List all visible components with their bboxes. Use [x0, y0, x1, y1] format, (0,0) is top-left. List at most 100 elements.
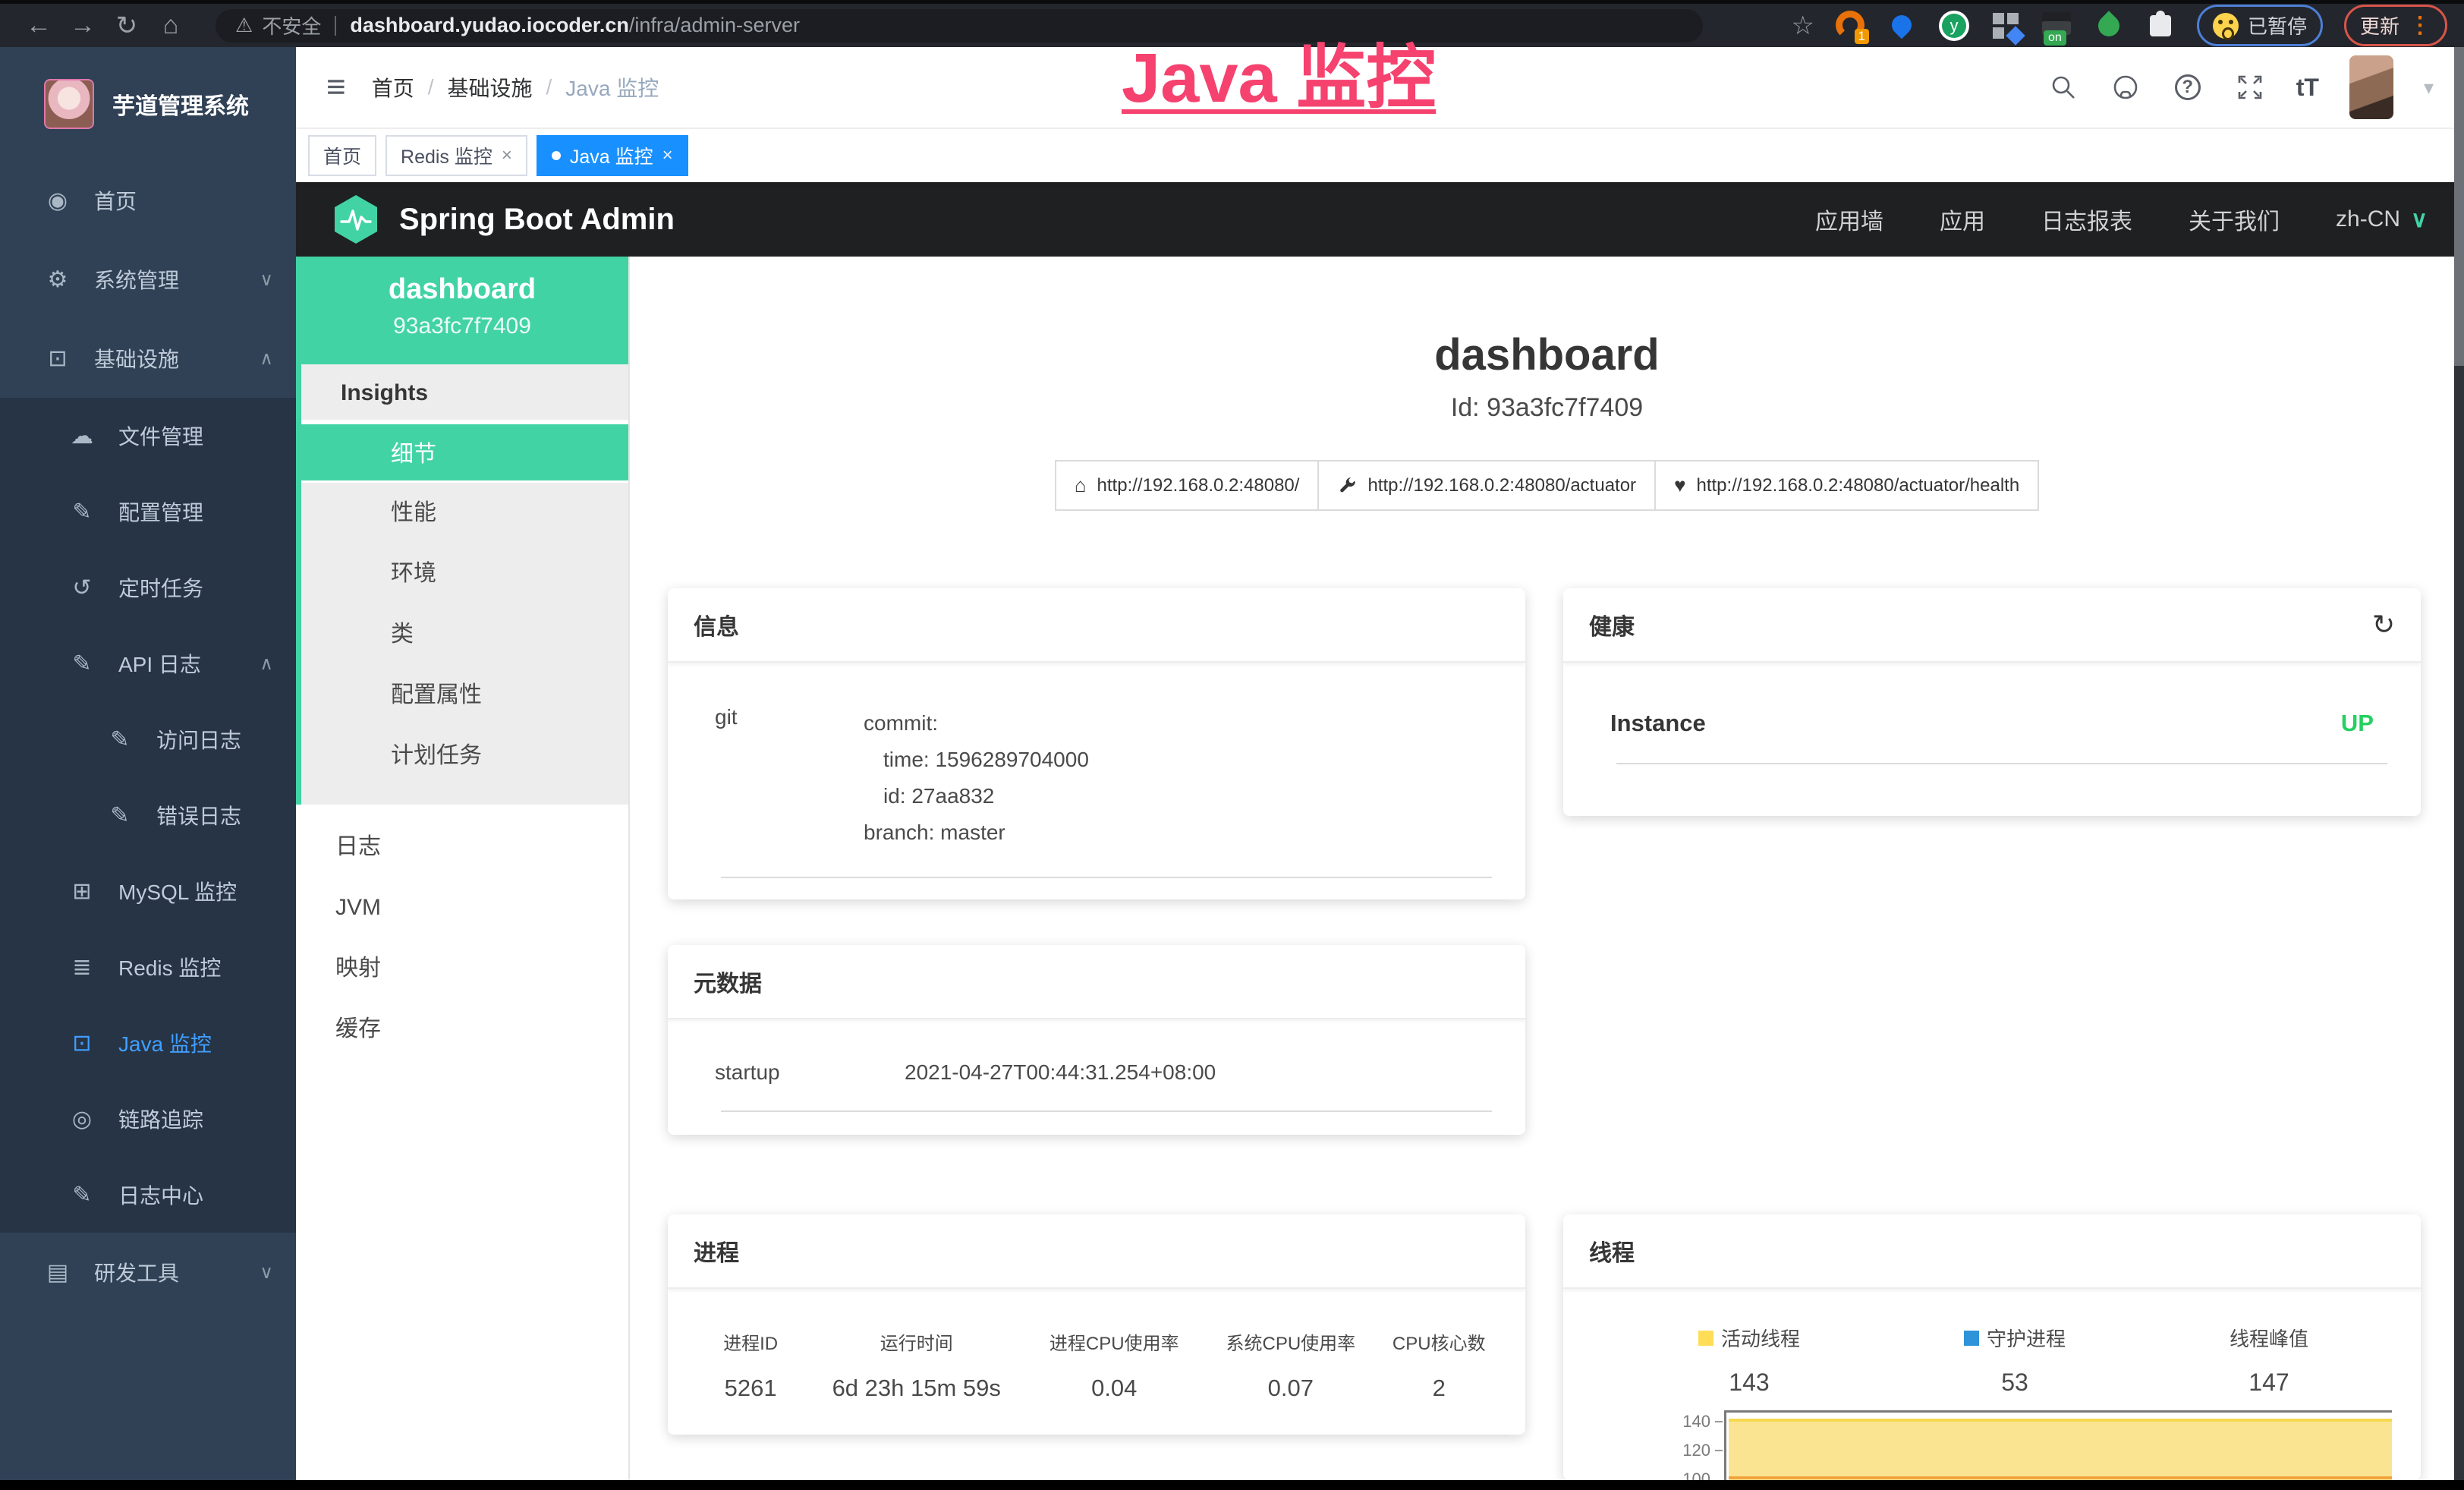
browser-menu-icon[interactable]: [2409, 12, 2431, 39]
browser-update-button[interactable]: 更新: [2344, 5, 2447, 46]
sba-item-mappings[interactable]: 映射: [296, 938, 628, 999]
browser-reload-button[interactable]: [105, 11, 149, 41]
cloud-upload-icon: [68, 423, 96, 449]
process-card: 进程 进程ID 运行时间 进程CPU使用率 系统CPU使用率 CPU核心数 52…: [668, 1214, 1525, 1435]
extension-icon-grid[interactable]: [1990, 11, 2021, 41]
close-icon[interactable]: ×: [502, 145, 512, 166]
help-icon[interactable]: ?: [2172, 71, 2204, 103]
close-icon[interactable]: ×: [662, 145, 673, 166]
sba-language-select[interactable]: zh-CN: [2336, 206, 2428, 233]
sba-item-classes[interactable]: 类: [301, 604, 628, 665]
breadcrumb-infra[interactable]: 基础设施: [447, 72, 532, 102]
sba-nav-applications[interactable]: 应用: [1940, 203, 1985, 236]
extension-icon-y[interactable]: y: [1939, 11, 1969, 41]
sidebar-item-redis-monitor[interactable]: Redis 监控: [0, 929, 296, 1005]
github-icon[interactable]: [2110, 71, 2141, 103]
instance-links: ⌂ http://192.168.0.2:48080/ http://192.1…: [630, 460, 2464, 511]
insecure-label[interactable]: 不安全: [262, 11, 321, 39]
metadata-card-title: 元数据: [668, 945, 1525, 1019]
sidebar-item-mysql-monitor[interactable]: MySQL 监控: [0, 853, 296, 929]
sidebar-item-tracing[interactable]: 链路追踪: [0, 1081, 296, 1157]
tab-redis-monitor[interactable]: Redis 监控 ×: [385, 135, 527, 176]
profile-avatar-emoji: [2213, 13, 2239, 39]
app-logo: [44, 79, 94, 129]
health-history-icon[interactable]: [2372, 609, 2395, 641]
sidebar-item-home[interactable]: 首页: [0, 161, 296, 240]
fullscreen-icon[interactable]: [2234, 71, 2266, 103]
sidebar-item-log-center[interactable]: 日志中心: [0, 1157, 296, 1233]
sba-item-details[interactable]: 细节: [301, 422, 628, 483]
legend-swatch-yellow: [1698, 1331, 1713, 1346]
process-sys-cpu: 0.07: [1206, 1375, 1375, 1402]
extension-icon-leaf[interactable]: [2094, 11, 2124, 41]
browser-address-bar[interactable]: 不安全 dashboard.yudao.iocoder.cn /infra/ad…: [216, 9, 1703, 43]
bookmark-star-icon[interactable]: [1791, 11, 1814, 41]
extensions-puzzle-icon[interactable]: [2145, 11, 2176, 41]
section-title-insights[interactable]: Insights: [301, 364, 628, 422]
breadcrumb-home[interactable]: 首页: [372, 72, 414, 102]
actuator-url-button[interactable]: http://192.168.0.2:48080/actuator: [1317, 460, 1656, 511]
sba-nav-journal[interactable]: 日志报表: [2041, 203, 2132, 236]
threads-plot-area: [1724, 1410, 2392, 1480]
user-avatar[interactable]: [2349, 55, 2393, 119]
threads-card-title: 线程: [1563, 1214, 2421, 1289]
sidebar-item-file-manage[interactable]: 文件管理: [0, 398, 296, 474]
url-host: dashboard.yudao.iocoder.cn: [350, 14, 629, 37]
divider: [721, 877, 1492, 878]
sba-item-config-props[interactable]: 配置属性: [301, 665, 628, 726]
extension-icon-pin[interactable]: [1887, 11, 1918, 41]
sba-item-metrics[interactable]: 性能: [301, 483, 628, 543]
instance-header[interactable]: dashboard 93a3fc7f7409: [296, 257, 628, 364]
browser-back-button[interactable]: [17, 11, 61, 40]
extension-badge-on: on: [2044, 30, 2066, 46]
process-card-title: 进程: [668, 1214, 1525, 1289]
sidebar-item-api-logs[interactable]: API 日志: [0, 625, 296, 701]
sidebar-item-dev-tools[interactable]: 研发工具: [0, 1233, 296, 1312]
y-tick-100: 100: [1662, 1470, 1710, 1480]
edit-icon: [106, 802, 134, 829]
sba-navbar: Spring Boot Admin 应用墙 应用 日志报表 关于我们 zh-CN: [296, 182, 2464, 257]
font-size-icon[interactable]: [2296, 74, 2319, 102]
tab-java-monitor[interactable]: Java 监控 ×: [537, 135, 688, 176]
scrollbar[interactable]: [2454, 47, 2464, 1480]
service-url-button[interactable]: ⌂ http://192.168.0.2:48080/: [1055, 460, 1320, 511]
sba-item-jvm[interactable]: JVM: [296, 877, 628, 938]
chevron-up-icon: [260, 653, 273, 675]
tab-home[interactable]: 首页: [308, 135, 376, 176]
avatar-caret-icon[interactable]: [2424, 76, 2434, 99]
sidebar-item-access-logs[interactable]: 访问日志: [0, 701, 296, 777]
dashboard-icon: [44, 187, 71, 214]
profile-paused-chip[interactable]: 已暂停: [2197, 5, 2323, 46]
search-icon[interactable]: [2047, 71, 2079, 103]
browser-forward-button[interactable]: [61, 11, 105, 40]
process-table: 进程ID 运行时间 进程CPU使用率 系统CPU使用率 CPU核心数 5261 …: [668, 1289, 1525, 1402]
live-threads-area-series: [1729, 1419, 2392, 1480]
sba-brand[interactable]: Spring Boot Admin: [332, 194, 675, 244]
sba-item-logs[interactable]: 日志: [296, 817, 628, 877]
hamburger-icon[interactable]: [326, 68, 346, 106]
sba-item-environment[interactable]: 环境: [301, 543, 628, 604]
health-url-button[interactable]: ♥ http://192.168.0.2:48080/actuator/heal…: [1654, 460, 2039, 511]
sidebar-item-system[interactable]: 系统管理: [0, 240, 296, 319]
sidebar-item-java-monitor[interactable]: Java 监控: [0, 1005, 296, 1081]
instance-id: 93a3fc7f7409: [296, 313, 628, 339]
metadata-key: startup: [715, 1060, 905, 1085]
scrollbar-thumb[interactable]: [2454, 47, 2464, 366]
legend-swatch-blue: [1964, 1331, 1979, 1346]
sidebar-item-infra[interactable]: 基础设施: [0, 319, 296, 398]
sba-item-scheduled-tasks[interactable]: 计划任务: [301, 726, 628, 786]
sidebar-item-error-logs[interactable]: 错误日志: [0, 777, 296, 853]
process-col-cores: CPU核心数: [1376, 1328, 1503, 1355]
sba-nav-wallboard[interactable]: 应用墙: [1815, 203, 1883, 236]
sba-nav-about[interactable]: 关于我们: [2189, 203, 2280, 236]
insecure-warning-icon: [235, 14, 253, 37]
browser-home-button[interactable]: [149, 11, 193, 40]
sidebar-item-scheduled-jobs[interactable]: 定时任务: [0, 550, 296, 625]
health-card: 健康 Instance UP: [1563, 588, 2421, 816]
edit-icon: [68, 1182, 96, 1208]
sba-item-caches[interactable]: 缓存: [296, 999, 628, 1060]
extension-icon-onetab[interactable]: on: [2042, 11, 2072, 41]
sidebar-item-config-manage[interactable]: 配置管理: [0, 474, 296, 550]
app-logo-row[interactable]: 芋道管理系统: [0, 47, 296, 161]
extension-icon-colorpicker[interactable]: 1: [1836, 11, 1866, 41]
